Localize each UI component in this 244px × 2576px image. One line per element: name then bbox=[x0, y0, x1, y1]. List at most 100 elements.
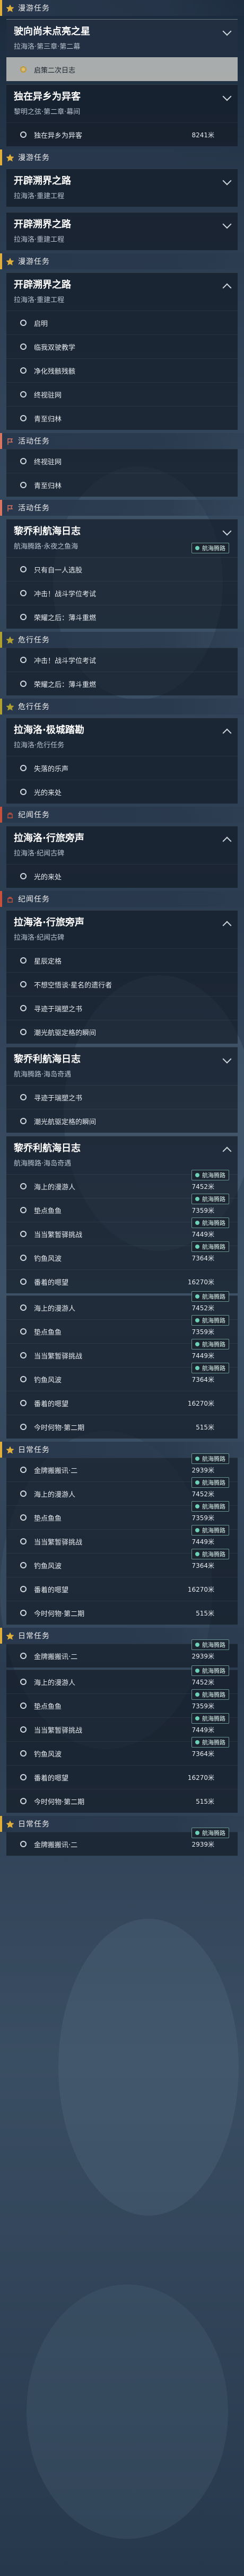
quest-list: 漫游任务 驶向尚未点亮之星 拉海洛·第三章·第二幕 启策二次日志 独在异乡为异客 黎明之弦… bbox=[0, 0, 244, 1856]
category-header[interactable]: 危行任务 bbox=[0, 699, 244, 714]
objective-text: 海上的漫游人 bbox=[34, 1183, 76, 1192]
objective-item[interactable]: 临我双驶教学 bbox=[6, 334, 238, 358]
objective-item[interactable]: 潮光航驱定格的瞬间 bbox=[6, 1109, 238, 1133]
objective-text: 独在异乡为异客 bbox=[34, 131, 83, 140]
objective-status-icon bbox=[20, 1278, 27, 1285]
objective-item[interactable]: 启明 bbox=[6, 311, 238, 334]
objective-item[interactable]: 荣耀之后：薄斗重燃 bbox=[6, 605, 238, 629]
objective-status-icon bbox=[20, 1774, 27, 1780]
quest-card[interactable]: 拉海洛·极城踏勘 拉海洛·危行任务 bbox=[6, 718, 238, 756]
quest-subtitle: 航海腾路·海岛奇遇 bbox=[14, 1071, 72, 1079]
objective-item[interactable]: 番着的嗯望 16270米 bbox=[6, 1391, 238, 1415]
objective-text: 垫点鱼鱼 bbox=[34, 1328, 62, 1337]
quest-title: 黎乔利航海日志 bbox=[14, 1054, 81, 1065]
quest-card[interactable]: 独在异乡为异客 黎明之弦·第二章·幕间 bbox=[6, 84, 238, 122]
quest-card[interactable]: 开辟溯界之路 拉海洛·重建工程 bbox=[6, 272, 238, 311]
objective-status-icon bbox=[20, 1328, 27, 1335]
objective-item[interactable]: 不想空悟谈·星名的遗行者 bbox=[6, 972, 238, 996]
objective-status-icon bbox=[20, 566, 27, 572]
objective-item[interactable]: 番着的嗯望 16270米 bbox=[6, 1577, 238, 1601]
objective-text: 终视驻网 bbox=[34, 391, 62, 400]
route-badge: 航海腾路 bbox=[191, 543, 229, 553]
quest-card[interactable]: 开辟溯界之路 拉海洛·重建工程 bbox=[6, 169, 238, 207]
category-header[interactable]: 纪闻任务 bbox=[0, 891, 244, 907]
objective-item[interactable]: 金牌搬搬讯·二 2939米 航海腾路 bbox=[6, 1639, 238, 1668]
category-label: 危行任务 bbox=[18, 703, 50, 711]
quest-card[interactable]: 驶向尚未点亮之星 拉海洛·第三章·第二幕 bbox=[6, 19, 238, 57]
badge-label: 航海腾路 bbox=[202, 545, 225, 552]
star-icon bbox=[6, 1446, 14, 1454]
objective-status-icon bbox=[20, 789, 27, 795]
objective-item[interactable]: 钓鱼风波 7364米 航海腾路 bbox=[6, 1241, 238, 1269]
objective-item[interactable]: 钓鱼风波 7364米 航海腾路 bbox=[6, 1363, 238, 1391]
badge-label: 航海腾路 bbox=[202, 1642, 225, 1648]
objective-item[interactable]: 启策二次日志 bbox=[6, 57, 238, 81]
objective-item[interactable]: 钓鱼风波 7364米 航海腾路 bbox=[6, 1549, 238, 1577]
objective-distance: 515米 bbox=[196, 1423, 214, 1431]
ship-icon bbox=[195, 1197, 199, 1201]
objective-item[interactable]: 荣耀之后：薄斗重燃 bbox=[6, 672, 238, 695]
objective-distance: 2939米 bbox=[191, 1840, 214, 1848]
quest-card[interactable]: 黎乔利航海日志 航海腾路·永夜之鱼海 航海腾路 bbox=[6, 519, 238, 557]
objective-item[interactable]: 只有自一人选股 bbox=[6, 557, 238, 581]
objective-item[interactable]: 净化残骸残骸 bbox=[6, 358, 238, 382]
ship-icon bbox=[195, 1221, 199, 1225]
ruin-icon bbox=[6, 895, 14, 903]
objective-item[interactable]: 失落的乐声 bbox=[6, 756, 238, 780]
category-header[interactable]: 活动任务 bbox=[0, 500, 244, 516]
objective-item[interactable]: 终视驻网 bbox=[6, 382, 238, 406]
objective-item[interactable]: 寻迹于瑞塑之书 bbox=[6, 996, 238, 1020]
category-header[interactable]: 活动任务 bbox=[0, 433, 244, 449]
category-header[interactable]: 纪闻任务 bbox=[0, 807, 244, 823]
objective-item[interactable]: 青至归林 bbox=[6, 406, 238, 430]
objective-item[interactable]: 冲击！战斗学位考试 bbox=[6, 648, 238, 672]
quest-card[interactable]: 拉海洛·行旅旁声 拉海洛·纪闻古碑 bbox=[6, 910, 238, 948]
quest-card[interactable]: 黎乔利航海日志 航海腾路·海岛奇遇 bbox=[6, 1047, 238, 1085]
route-badge: 航海腾路 bbox=[191, 1453, 229, 1464]
objective-status-icon bbox=[20, 765, 27, 771]
objective-item[interactable]: 独在异乡为异客 8241米 bbox=[6, 122, 238, 146]
objective-status-icon bbox=[20, 1490, 27, 1497]
star-icon bbox=[6, 1632, 14, 1640]
badge-label: 航海腾路 bbox=[202, 1341, 225, 1348]
category-header[interactable]: 漫游任务 bbox=[0, 0, 244, 16]
category-label: 危行任务 bbox=[18, 636, 50, 645]
category-header[interactable]: 危行任务 bbox=[0, 632, 244, 648]
objective-distance: 515米 bbox=[196, 1797, 214, 1805]
objective-item[interactable]: 潮光航驱定格的瞬间 bbox=[6, 1020, 238, 1044]
objective-item[interactable]: 青至归林 bbox=[6, 473, 238, 497]
objective-status-icon bbox=[20, 131, 27, 138]
objective-item[interactable]: 星辰定格 bbox=[6, 948, 238, 972]
objective-item[interactable]: 终视驻网 bbox=[6, 449, 238, 473]
ruin-icon bbox=[6, 811, 14, 818]
category-header[interactable]: 漫游任务 bbox=[0, 149, 244, 165]
objective-item[interactable]: 钓鱼风波 7364米 航海腾路 bbox=[6, 1737, 238, 1765]
quest-card[interactable]: 开辟溯界之路 拉海洛·重建工程 bbox=[6, 212, 238, 250]
ship-icon bbox=[195, 1740, 199, 1744]
quest-card[interactable]: 黎乔利航海日志 航海腾路·海岛奇遇 bbox=[6, 1136, 238, 1174]
objective-text: 青至归林 bbox=[34, 415, 62, 424]
quest-subtitle: 拉海洛·第三章·第二幕 bbox=[14, 43, 81, 51]
objective-item[interactable]: 光的来处 bbox=[6, 780, 238, 804]
objective-item[interactable]: 番着的嗯望 16270米 bbox=[6, 1269, 238, 1293]
category-header[interactable]: 漫游任务 bbox=[0, 253, 244, 269]
objective-status-icon bbox=[20, 1424, 27, 1430]
objective-status-icon bbox=[20, 981, 27, 987]
objective-item[interactable]: 今时何物·第二期 515米 bbox=[6, 1601, 238, 1625]
objective-text: 净化残骸残骸 bbox=[34, 367, 76, 376]
objective-item[interactable]: 金牌搬搬讯·二 2939米 航海腾路 bbox=[6, 1828, 238, 1856]
objective-item[interactable]: 今时何物·第二期 515米 bbox=[6, 1789, 238, 1813]
objective-status-icon bbox=[20, 681, 27, 687]
objective-status-icon bbox=[20, 614, 27, 620]
objective-text: 寻迹于瑞塑之书 bbox=[34, 1005, 83, 1013]
objective-item[interactable]: 冲击！战斗学位考试 bbox=[6, 581, 238, 605]
quest-card[interactable]: 拉海洛·行旅旁声 拉海洛·纪闻古碑 bbox=[6, 826, 238, 864]
badge-label: 航海腾路 bbox=[202, 1293, 225, 1300]
objective-item[interactable]: 寻迹于瑞塑之书 bbox=[6, 1085, 238, 1109]
objective-item[interactable]: 番着的嗯望 16270米 bbox=[6, 1765, 238, 1789]
objective-item[interactable]: 光的来处 bbox=[6, 864, 238, 888]
objective-item[interactable]: 今时何物·第二期 515米 bbox=[6, 1415, 238, 1439]
category-accent-bar bbox=[0, 253, 2, 269]
objective-status-icon bbox=[20, 1352, 27, 1358]
